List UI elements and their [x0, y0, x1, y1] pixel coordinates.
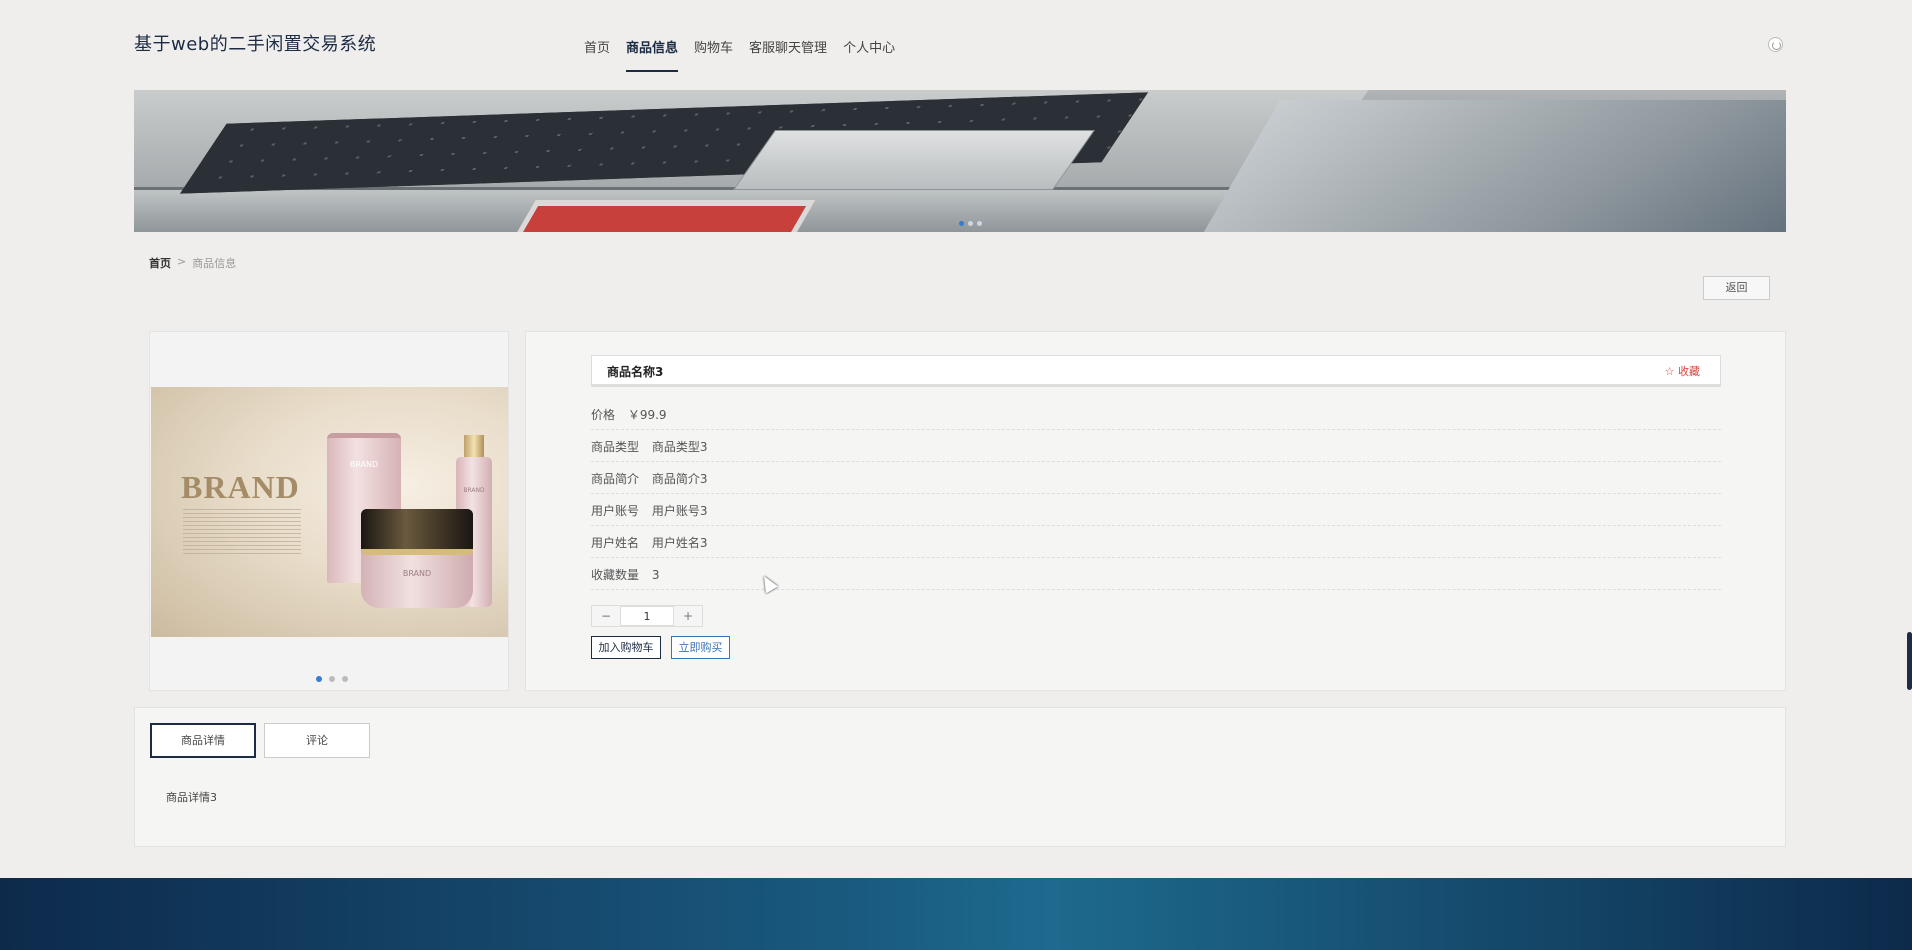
- gallery-dot[interactable]: [316, 676, 322, 682]
- banner-dot[interactable]: [959, 221, 964, 226]
- nav-item-profile[interactable]: 个人中心: [835, 24, 903, 72]
- gallery-dot[interactable]: [329, 676, 335, 682]
- banner-dot[interactable]: [977, 221, 982, 226]
- field-label: 商品简介: [591, 472, 640, 486]
- field-value: ￥99.9: [627, 408, 667, 422]
- field-label: 用户账号: [591, 504, 640, 518]
- increment-button[interactable]: +: [674, 606, 702, 626]
- banner-dot[interactable]: [968, 221, 973, 226]
- tab-product-detail[interactable]: 商品详情: [150, 723, 256, 758]
- site-header: 基于web的二手闲置交易系统 首页 商品信息 购物车 客服聊天管理 个人中心: [0, 0, 1912, 90]
- field-label: 收藏数量: [591, 568, 640, 582]
- field-value: 商品类型3: [651, 440, 708, 454]
- field-label: 用户姓名: [591, 536, 640, 550]
- quantity-stepper: − +: [591, 605, 703, 627]
- field-value: 用户账号3: [651, 504, 708, 518]
- detail-content: 商品详情3: [166, 791, 217, 804]
- tab-comments[interactable]: 评论: [264, 723, 370, 758]
- nav-item-products[interactable]: 商品信息: [618, 24, 686, 72]
- detail-panel: 商品详情 评论 商品详情3: [134, 707, 1786, 847]
- breadcrumb-separator: >: [177, 255, 187, 268]
- scrollbar-handle[interactable]: [1907, 632, 1912, 690]
- decrement-button[interactable]: −: [592, 606, 620, 626]
- banner-carousel[interactable]: [134, 90, 1786, 232]
- field-label: 价格: [591, 408, 616, 422]
- field-value: 商品简介3: [651, 472, 708, 486]
- nav-item-home[interactable]: 首页: [576, 24, 618, 72]
- field-row-username: 用户姓名 用户姓名3: [591, 526, 1721, 558]
- field-value: 3: [651, 568, 660, 582]
- breadcrumb: 首页 > 商品信息: [149, 255, 236, 271]
- nav-item-chat[interactable]: 客服聊天管理: [741, 24, 835, 72]
- product-gallery: BRAND BRAND BRAND BRAND: [149, 331, 509, 691]
- product-info-panel: 商品名称3 ☆ 收藏 价格 ￥99.9 商品类型 商品类型3 商品简介 商品简介…: [525, 331, 1786, 691]
- buy-now-button[interactable]: 立即购买: [671, 636, 730, 659]
- product-name: 商品名称3: [607, 365, 664, 379]
- loading-icon[interactable]: [1768, 37, 1783, 52]
- product-image-brand: BRAND: [181, 469, 300, 505]
- field-label: 商品类型: [591, 440, 640, 454]
- add-to-cart-button[interactable]: 加入购物车: [591, 636, 661, 659]
- gallery-dots: [316, 676, 348, 682]
- product-image: BRAND BRAND BRAND BRAND: [151, 387, 508, 637]
- favorite-button[interactable]: ☆ 收藏: [1665, 363, 1700, 379]
- site-title: 基于web的二手闲置交易系统: [134, 34, 377, 55]
- breadcrumb-home[interactable]: 首页: [149, 255, 171, 271]
- favorite-label: 收藏: [1678, 365, 1700, 378]
- breadcrumb-current: 商品信息: [192, 257, 237, 270]
- banner-dots: [959, 221, 982, 226]
- field-row-intro: 商品简介 商品简介3: [591, 462, 1721, 494]
- star-icon: ☆: [1664, 365, 1675, 378]
- field-row-type: 商品类型 商品类型3: [591, 430, 1721, 462]
- quantity-input[interactable]: [620, 606, 674, 626]
- field-value: 用户姓名3: [651, 536, 708, 550]
- field-row-price: 价格 ￥99.9: [591, 398, 1721, 430]
- main-nav: 首页 商品信息 购物车 客服聊天管理 个人中心: [576, 24, 903, 72]
- field-row-account: 用户账号 用户账号3: [591, 494, 1721, 526]
- site-footer: [0, 878, 1912, 950]
- nav-item-cart[interactable]: 购物车: [686, 24, 741, 72]
- product-name-bar: 商品名称3 ☆ 收藏: [591, 355, 1721, 387]
- cream-jar: BRAND: [361, 509, 473, 608]
- gallery-dot[interactable]: [342, 676, 348, 682]
- back-button[interactable]: 返回: [1703, 276, 1770, 300]
